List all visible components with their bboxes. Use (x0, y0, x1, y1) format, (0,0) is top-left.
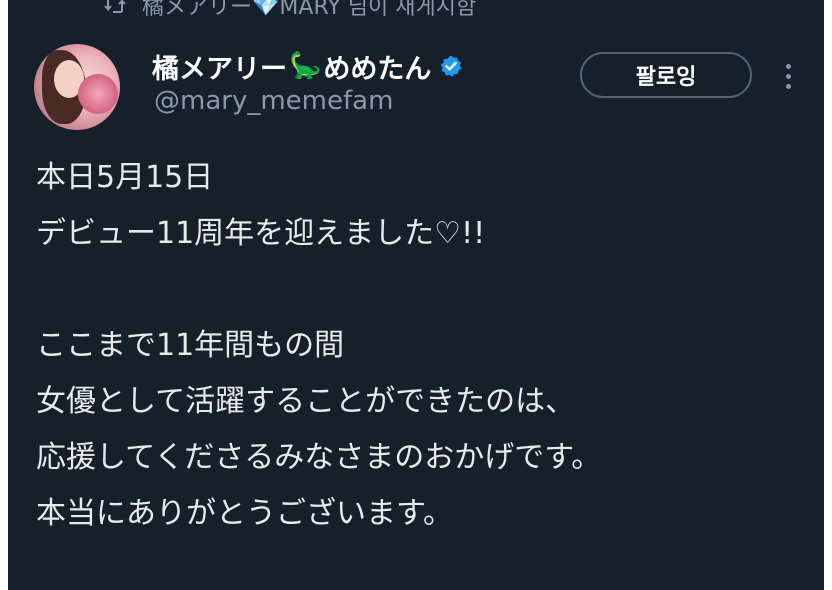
repost-icon (104, 0, 126, 13)
tweet-text: 本日5月15日 デビュー11周年を迎えました♡!! ここまで11年間もの間 女優… (36, 150, 816, 542)
tweet-line: 本当にありがとうございます。 (36, 496, 453, 531)
avatar[interactable] (34, 44, 120, 130)
verified-badge-icon (441, 55, 462, 77)
display-name-suffix: めめたん (323, 53, 432, 85)
tweet-line: ここまで11年間もの間 (36, 328, 345, 363)
repost-banner[interactable]: 橘メアリー 💎 MARY 님이 재게시함 (104, 0, 476, 22)
author-name-row[interactable]: 橘メアリー 🦕 めめたん (152, 46, 463, 86)
following-button[interactable]: 팔로잉 (580, 52, 752, 98)
gem-icon: 💎 (252, 0, 280, 18)
display-name: 橘メアリー (152, 53, 287, 85)
dinosaur-icon: 🦕 (289, 51, 322, 81)
repost-name: 橘メアリー (142, 0, 253, 20)
tweet-line: 応援してくださるみなさまのおかげです。 (36, 440, 602, 475)
tweet-card: 橘メアリー 💎 MARY 님이 재게시함 橘メアリー 🦕 めめたん @mary_me… (8, 0, 824, 590)
author-handle[interactable]: @mary_memefam (154, 86, 393, 116)
tweet-line: 女優として活躍することができたのは、 (36, 384, 576, 419)
tweet-line: デビュー11周年を迎えました♡!! (36, 216, 486, 251)
tweet-line: 本日5月15日 (36, 160, 214, 195)
more-options-icon[interactable] (774, 58, 802, 94)
repost-suffix: MARY 님이 재게시함 (279, 0, 477, 20)
